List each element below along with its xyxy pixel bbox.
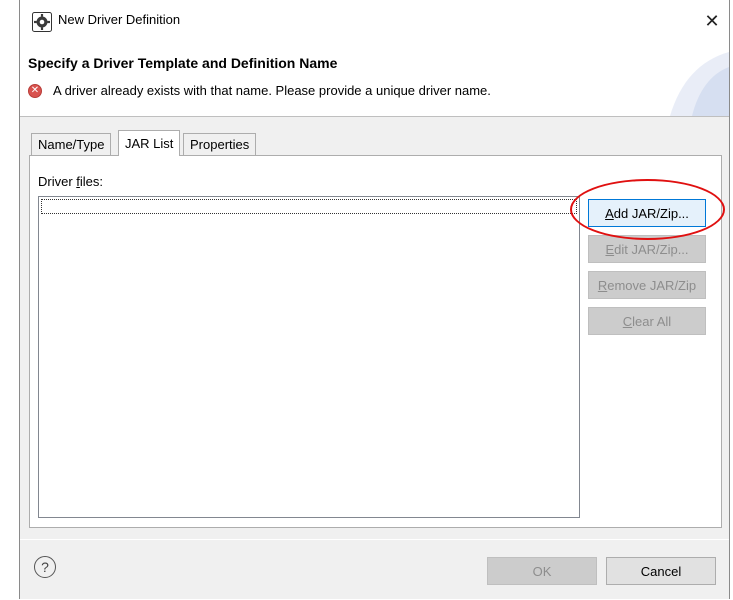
tab-jar-list[interactable]: JAR List [118,130,181,156]
banner-decoration [670,52,729,116]
help-icon[interactable]: ? [34,556,56,578]
button-label: Add JAR/Zip... [605,205,689,221]
button-label: OK [532,563,552,579]
remove-jar-button[interactable]: Remove JAR/Zip [588,271,706,299]
list-focus-rect [41,199,577,214]
clear-all-button[interactable]: Clear All [588,307,706,335]
tab-name-type[interactable]: Name/Type [31,133,112,155]
add-jar-button[interactable]: Add JAR/Zip... [588,199,706,227]
driver-files-label: Driver files: [38,174,104,189]
button-label: Remove JAR/Zip [597,277,697,293]
error-icon: ✕ [28,84,42,98]
window-title: New Driver Definition [58,12,181,27]
header-banner [20,42,729,116]
error-message: A driver already exists with that name. … [53,83,491,98]
button-label: Edit JAR/Zip... [605,241,689,257]
close-icon: ✕ [704,10,720,31]
driver-files-list[interactable] [38,196,580,518]
edit-jar-button[interactable]: Edit JAR/Zip... [588,235,706,263]
button-label: Cancel [640,563,682,579]
close-button[interactable]: ✕ [698,8,726,34]
cancel-button[interactable]: Cancel [606,557,716,585]
tab-label: Name/Type [38,137,105,152]
button-label: Clear All [622,313,672,329]
ok-button[interactable]: OK [487,557,597,585]
driver-gear-icon [32,12,52,32]
tab-properties[interactable]: Properties [183,133,257,155]
tab-label: JAR List [125,136,174,151]
page-heading: Specify a Driver Template and Definition… [28,55,338,71]
tab-label: Properties [190,137,250,152]
